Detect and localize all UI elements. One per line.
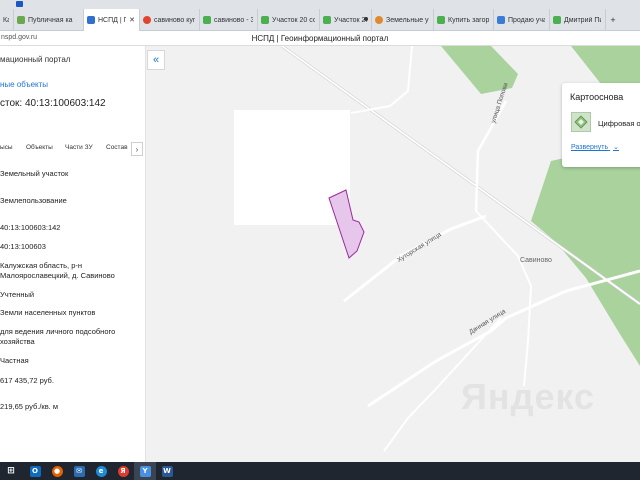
tab-label: Участок 20 [334, 16, 367, 24]
favicon-icon [437, 16, 445, 24]
word-icon: W [161, 465, 173, 477]
collapse-panel-button[interactable]: « [147, 50, 165, 70]
value-address-line1: Калужская область, р-н [0, 261, 83, 270]
value-permitted-use-line2: хозяйства [0, 337, 35, 346]
parcel-heading: сток: 40:13:100603:142 [0, 98, 106, 109]
favicon-icon [323, 16, 331, 24]
value-cadastral-quarter: 40:13:100603 [0, 242, 46, 251]
basemap-thumbnail[interactable] [571, 112, 591, 132]
tabs-scroll-right-button[interactable]: › [131, 142, 143, 156]
taskbar-yandex-browser[interactable]: Y [134, 462, 156, 480]
tab-7[interactable]: Земельные уча [372, 9, 434, 31]
tab-3[interactable]: савиново купи [140, 9, 200, 31]
expand-label: Развернуть [571, 144, 609, 151]
village-label: Савиново [520, 257, 552, 264]
audio-dot-icon [364, 17, 368, 21]
firefox-icon: ● [51, 465, 63, 477]
tab-label: Ка [3, 16, 9, 24]
forest-area [531, 141, 640, 366]
tab-4[interactable]: савиново - Зе [200, 9, 258, 31]
basemap-option-label[interactable]: Цифровая о [598, 119, 640, 128]
bookmark-icon[interactable] [16, 1, 23, 7]
value-cadastral-cost: 617 435,72 руб. [0, 376, 54, 385]
favicon-icon [17, 16, 25, 24]
tab-label: савиново купи [154, 16, 195, 24]
yandex-browser-icon: Y [139, 465, 151, 477]
taskbar-firefox[interactable]: ● [46, 462, 68, 480]
value-object-type: Земельный участок [0, 169, 69, 178]
favicon-icon [553, 16, 561, 24]
taskbar-mail[interactable]: ✉ [68, 462, 90, 480]
favicon-icon [143, 16, 151, 24]
taskbar-yandex[interactable]: Я [112, 462, 134, 480]
favicon-icon [87, 16, 95, 24]
tab-label: НСПД | Геоин [98, 16, 126, 24]
mail-icon: ✉ [73, 465, 85, 477]
map-watermark: Яндекс [461, 376, 596, 417]
tab-1[interactable]: Публичная ка [14, 9, 84, 31]
start-button[interactable]: ⊞ [0, 462, 22, 480]
tab-label: Публичная ка [28, 16, 73, 24]
page-title: НСПД | Геоинформационный портал [251, 34, 389, 43]
tab-10[interactable]: Дмитрий Писа [550, 9, 606, 31]
map-layer-icon [574, 115, 588, 129]
road [343, 214, 487, 303]
road [475, 210, 533, 387]
taskbar-ie[interactable]: e [90, 462, 112, 480]
new-tab-button[interactable]: + [606, 9, 620, 31]
favicon-icon [261, 16, 269, 24]
tab-label: Купить загоро [448, 16, 489, 24]
close-tab-icon[interactable]: ✕ [129, 16, 135, 24]
tab-label: Продаю участ [508, 16, 545, 24]
address-bar: nspd.gov.ru НСПД | Геоинформационный пор… [0, 31, 640, 46]
panel-tab-composition[interactable]: Состав [106, 144, 128, 151]
value-address-line2: Малоярославецкий, д. Савиново [0, 271, 115, 280]
taskbar: ⊞ O ● ✉ e Я Y W [0, 462, 640, 480]
favicon-icon [497, 16, 505, 24]
objects-link[interactable]: ные объекты [0, 80, 48, 89]
outlook-icon: O [29, 465, 41, 477]
value-land-category: Земли населенных пунктов [0, 308, 96, 317]
favicon-icon [203, 16, 211, 24]
value-permitted-use-line1: для ведения личного подсобного [0, 327, 116, 336]
forest-area [571, 46, 640, 88]
value-cost-per-sqm: 219,65 руб./кв. м [0, 402, 58, 411]
info-panel: мационный портал ные объекты сток: 40:13… [0, 46, 146, 462]
panel-tabs: ысы Объекты Части ЗУ Состав › [0, 142, 145, 156]
windows-icon: ⊞ [7, 466, 15, 476]
chevron-down-icon: ⌄ [613, 144, 619, 151]
value-status: Учтенный [0, 290, 35, 299]
tab-8[interactable]: Купить загоро [434, 9, 494, 31]
basemap-title: Картооснова [570, 92, 624, 102]
internet-explorer-icon: e [95, 465, 107, 477]
panel-tab-info[interactable]: ысы [0, 144, 13, 151]
favicon-icon [375, 16, 383, 24]
yandex-icon: Я [117, 465, 129, 477]
tab-6[interactable]: Участок 20 [320, 9, 372, 31]
map-canvas[interactable]: улица Попова Хуторская улица Дачная улиц… [146, 46, 640, 462]
value-subtype: Землепользование [0, 196, 67, 205]
value-cadastral-number: 40:13:100603:142 [0, 223, 61, 232]
value-ownership: Частная [0, 356, 29, 365]
tab-9[interactable]: Продаю участ [494, 9, 550, 31]
tab-label: Дмитрий Писа [564, 16, 601, 24]
panel-tab-parts[interactable]: Части ЗУ [65, 144, 93, 151]
basemap-panel: Картооснова Цифровая о Развернуть ⌄ [562, 83, 640, 167]
tab-0[interactable]: Ка [0, 9, 14, 31]
tab-label: савиново - Зе [214, 16, 253, 24]
tab-2-active[interactable]: НСПД | Геоин ✕ [84, 9, 140, 31]
taskbar-outlook[interactable]: O [24, 462, 46, 480]
panel-tab-objects[interactable]: Объекты [26, 144, 53, 151]
portal-title: мационный портал [0, 55, 71, 64]
tab-5[interactable]: Участок 20 со [258, 9, 320, 31]
taskbar-word[interactable]: W [156, 462, 178, 480]
tab-bar: Ка Публичная ка НСПД | Геоин ✕ савиново … [0, 9, 640, 31]
tab-label: Земельные уча [386, 16, 429, 24]
top-strip [0, 0, 640, 9]
expand-basemap-link[interactable]: Развернуть ⌄ [571, 143, 619, 151]
tab-label: Участок 20 со [272, 16, 315, 24]
